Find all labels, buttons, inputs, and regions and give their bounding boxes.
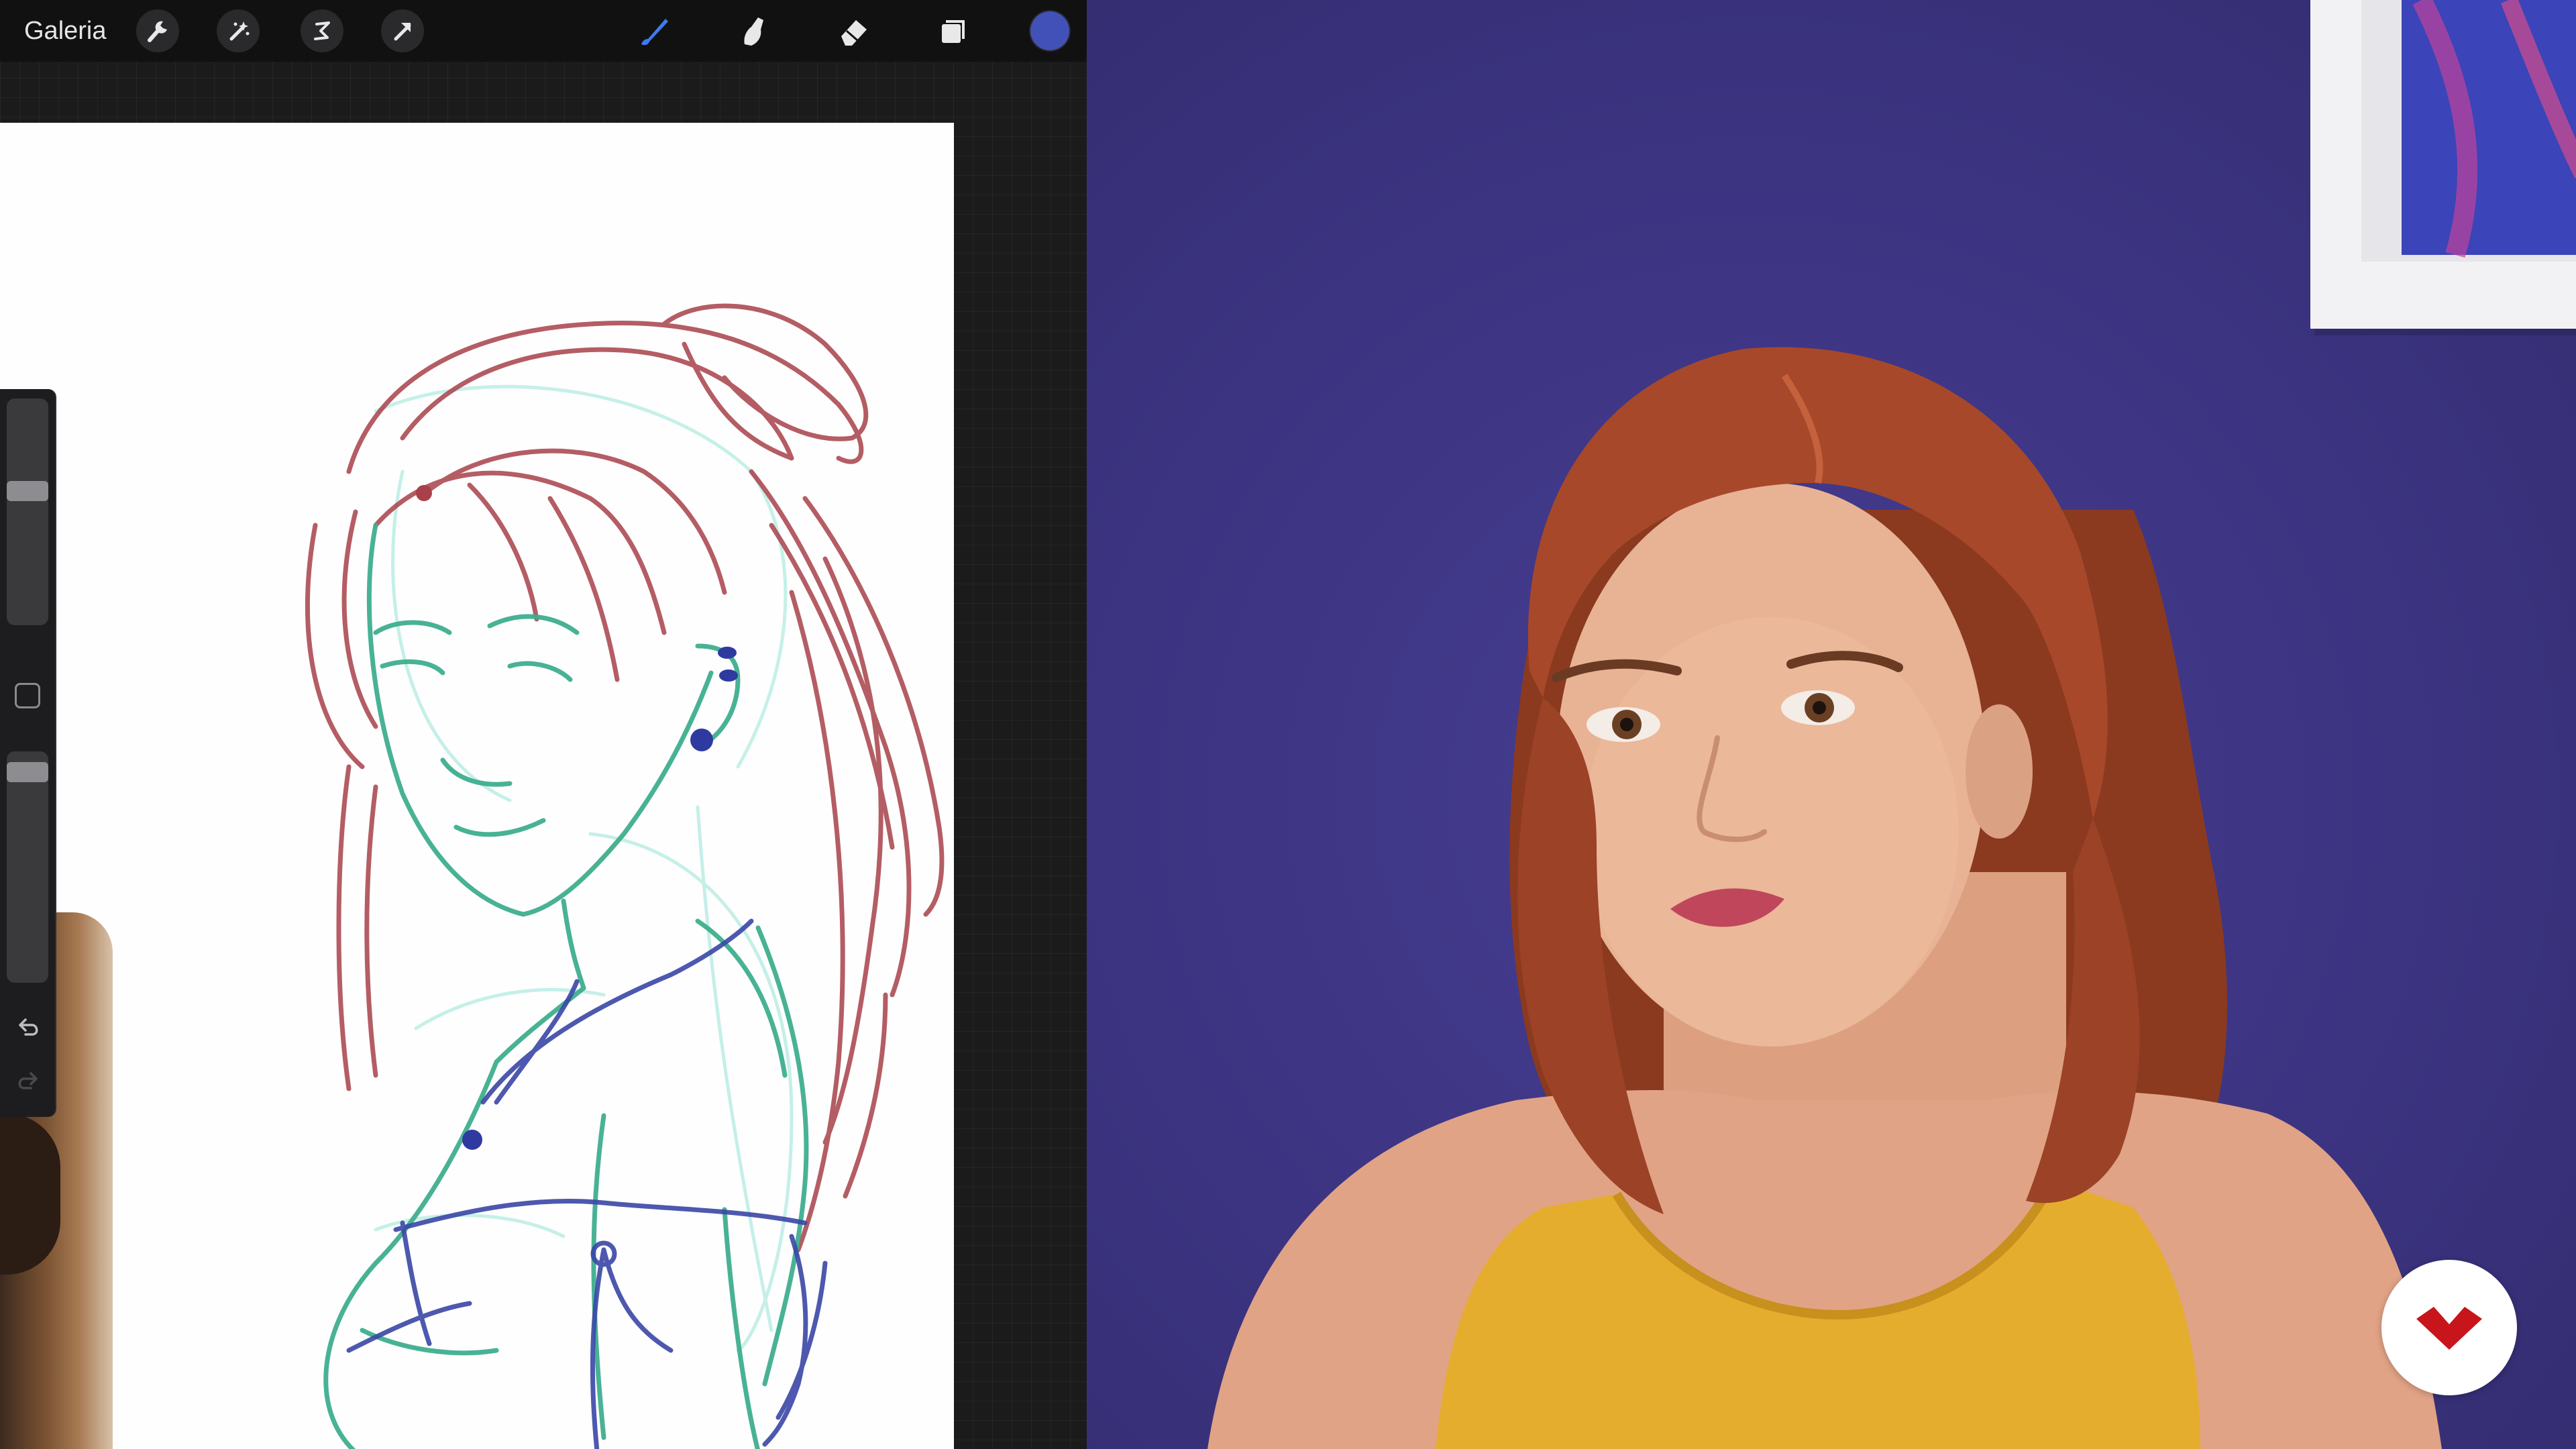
layers-icon: [942, 20, 965, 43]
opacity-thumb[interactable]: [7, 762, 48, 782]
brush-icon: [641, 19, 668, 46]
top-toolbar: Galeria: [0, 0, 1087, 62]
construction-lines: [374, 384, 794, 1352]
undo-button[interactable]: [9, 1010, 47, 1048]
detail-strokes: [346, 918, 828, 1449]
drawing-canvas[interactable]: [0, 123, 954, 1449]
hair-strokes: [305, 303, 945, 1252]
adjustments-button[interactable]: [217, 9, 260, 52]
smudge-tool-button[interactable]: [731, 9, 774, 52]
transform-arrow-icon: [394, 23, 411, 41]
redo-icon: [18, 1072, 38, 1089]
smudge-icon: [744, 17, 763, 46]
wrench-icon: [148, 21, 167, 42]
brush-tool-button[interactable]: [632, 9, 675, 52]
wall-picture-frame: [2310, 0, 2576, 335]
magic-wand-icon: [229, 21, 250, 41]
brush-size-thumb[interactable]: [7, 481, 48, 501]
gallery-button[interactable]: Galeria: [24, 15, 107, 47]
brush-size-slider[interactable]: [7, 398, 48, 625]
reference-photo-hair: [0, 1114, 60, 1275]
layers-button[interactable]: [931, 9, 974, 52]
procreate-app: Galeria: [0, 0, 1087, 1449]
instructor-scene: [1208, 0, 2576, 1449]
sketch-drawing: [305, 303, 945, 1449]
transform-button[interactable]: [381, 9, 424, 52]
eraser-tool-button[interactable]: [832, 9, 875, 52]
instructor-video: [1087, 0, 2576, 1449]
domestika-logo: [2381, 1260, 2517, 1395]
redo-button[interactable]: [9, 1064, 47, 1102]
modify-button[interactable]: [15, 683, 40, 708]
eraser-icon: [841, 20, 867, 46]
hair-tie-dot: [416, 485, 432, 501]
selection-button[interactable]: [301, 9, 343, 52]
actions-button[interactable]: [136, 9, 179, 52]
opacity-slider[interactable]: [7, 751, 48, 983]
color-picker-button[interactable]: [1030, 11, 1069, 50]
body-strokes: [323, 523, 809, 1449]
undo-icon: [19, 1018, 38, 1036]
earring-dots: [462, 647, 738, 1150]
selection-icon: [314, 21, 330, 40]
side-toolbar: [0, 389, 55, 1117]
domestika-logo-icon: [2416, 1307, 2482, 1350]
